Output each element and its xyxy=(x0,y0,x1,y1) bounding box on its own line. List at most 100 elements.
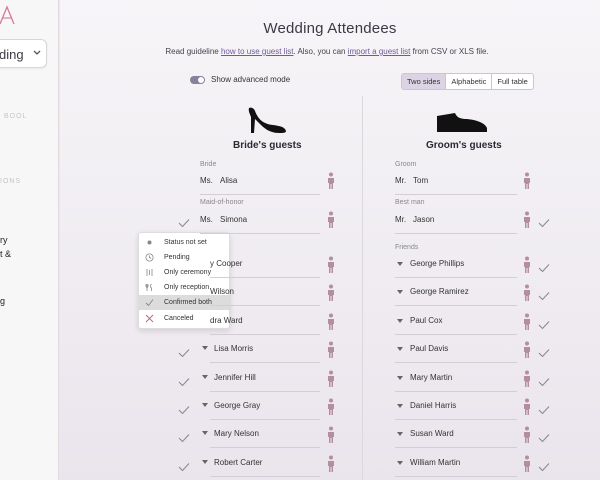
dropdown-caret-icon[interactable] xyxy=(397,376,403,380)
guest-row[interactable]: William Martin xyxy=(410,452,520,476)
guest-row[interactable]: Paul Cox xyxy=(410,310,520,334)
dropdown-caret-icon[interactable] xyxy=(397,290,403,294)
role-label: Groom xyxy=(395,161,417,168)
person-icon[interactable] xyxy=(326,172,336,190)
guest-name: dra Ward xyxy=(210,316,243,325)
check-icon xyxy=(145,299,154,307)
dropdown-caret-icon[interactable] xyxy=(202,346,208,350)
guest-title: Mr. xyxy=(395,176,407,185)
row-underline xyxy=(395,476,517,477)
guest-name: George Gray xyxy=(214,401,261,410)
wedding-select-label: ding xyxy=(0,47,24,62)
main-panel: Wedding Attendees Read guideline how to … xyxy=(60,0,600,480)
person-icon[interactable] xyxy=(522,370,532,388)
status-check-icon[interactable] xyxy=(538,260,550,273)
dropdown-caret-icon[interactable] xyxy=(397,404,403,408)
row-underline xyxy=(395,447,517,448)
sidebar-item[interactable]: g xyxy=(0,296,5,306)
view-full-table[interactable]: Full table xyxy=(492,74,532,89)
dropdown-caret-icon[interactable] xyxy=(202,403,208,407)
dropdown-caret-icon[interactable] xyxy=(397,432,403,436)
guide-link[interactable]: how to use guest list xyxy=(221,47,293,56)
person-icon[interactable] xyxy=(522,284,532,302)
guest-row[interactable]: George Phillips xyxy=(410,253,520,277)
person-icon[interactable] xyxy=(522,341,532,359)
row-underline xyxy=(210,277,320,278)
sidebar-item[interactable]: ry xyxy=(0,235,8,245)
person-icon[interactable] xyxy=(522,256,532,274)
person-icon[interactable] xyxy=(326,284,336,302)
person-icon[interactable] xyxy=(522,398,532,416)
person-icon[interactable] xyxy=(326,426,336,444)
guest-name: Wilson xyxy=(210,287,235,296)
status-check-icon[interactable] xyxy=(178,459,190,472)
row-underline xyxy=(395,419,517,420)
row-underline xyxy=(200,233,320,234)
sidebar-item[interactable]: t & xyxy=(0,249,11,259)
row-underline xyxy=(395,194,517,195)
guest-title: Ms. xyxy=(200,215,213,224)
dropdown-caret-icon[interactable] xyxy=(202,431,208,435)
row-underline xyxy=(395,233,517,234)
status-check-icon[interactable] xyxy=(178,215,190,228)
guest-name: William Martin xyxy=(410,458,461,467)
guest-row[interactable]: George Ramirez xyxy=(410,281,520,305)
import-link[interactable]: import a guest list xyxy=(348,47,411,56)
high-heel-icon xyxy=(248,107,286,133)
person-icon[interactable] xyxy=(522,211,532,229)
row-underline xyxy=(210,447,320,448)
guest-title: Mr. xyxy=(395,215,407,224)
guest-row[interactable]: Susan Ward xyxy=(410,423,520,447)
status-option-not-set[interactable]: Status not set xyxy=(139,235,231,250)
logo-icon xyxy=(0,5,15,25)
guest-row[interactable]: Daniel Harris xyxy=(410,395,520,419)
guest-name: Jennifer Hill xyxy=(214,373,256,382)
person-icon[interactable] xyxy=(522,313,532,331)
row-underline xyxy=(395,334,517,335)
dropdown-caret-icon[interactable] xyxy=(202,375,208,379)
dropdown-caret-icon[interactable] xyxy=(397,347,403,351)
guest-name: Daniel Harris xyxy=(410,401,457,410)
role-label: Best man xyxy=(395,199,425,206)
guest-name: Susan Ward xyxy=(410,429,454,438)
dropdown-caret-icon[interactable] xyxy=(202,460,208,464)
dropdown-caret-icon[interactable] xyxy=(397,461,403,465)
person-icon[interactable] xyxy=(326,398,336,416)
person-icon[interactable] xyxy=(326,211,336,229)
person-icon[interactable] xyxy=(522,426,532,444)
status-check-icon[interactable] xyxy=(178,345,190,358)
view-alphabetic[interactable]: Alphabetic xyxy=(446,74,493,89)
person-icon[interactable] xyxy=(326,313,336,331)
dropdown-caret-icon[interactable] xyxy=(397,319,403,323)
status-check-icon[interactable] xyxy=(538,345,550,358)
page-title: Wedding Attendees xyxy=(263,20,397,37)
person-icon[interactable] xyxy=(326,370,336,388)
row-underline xyxy=(210,391,320,392)
row-underline xyxy=(395,277,517,278)
status-check-icon[interactable] xyxy=(538,402,550,415)
status-check-icon[interactable] xyxy=(538,374,550,387)
status-check-icon[interactable] xyxy=(538,288,550,301)
dropdown-caret-icon[interactable] xyxy=(397,262,403,266)
person-icon[interactable] xyxy=(326,256,336,274)
guest-row[interactable]: Mary Martin xyxy=(410,367,520,391)
person-icon[interactable] xyxy=(326,455,336,473)
role-label: Maid-of-honor xyxy=(200,199,244,206)
status-check-icon[interactable] xyxy=(538,215,550,228)
status-check-icon[interactable] xyxy=(178,374,190,387)
advanced-mode-toggle[interactable]: Show advanced mode xyxy=(190,75,290,84)
status-check-icon[interactable] xyxy=(538,459,550,472)
status-check-icon[interactable] xyxy=(538,430,550,443)
toggle-switch[interactable] xyxy=(190,75,205,84)
person-icon[interactable] xyxy=(522,172,532,190)
guest-row[interactable]: Paul Davis xyxy=(410,338,520,362)
guest-name: Paul Davis xyxy=(410,344,449,353)
status-check-icon[interactable] xyxy=(538,317,550,330)
person-icon[interactable] xyxy=(326,341,336,359)
status-check-icon[interactable] xyxy=(178,430,190,443)
guideline-text: Read guideline how to use guest list. Al… xyxy=(165,47,489,56)
status-check-icon[interactable] xyxy=(178,402,190,415)
view-two-sides[interactable]: Two sides xyxy=(402,74,447,89)
person-icon[interactable] xyxy=(522,455,532,473)
guest-name: Simona xyxy=(220,215,248,224)
